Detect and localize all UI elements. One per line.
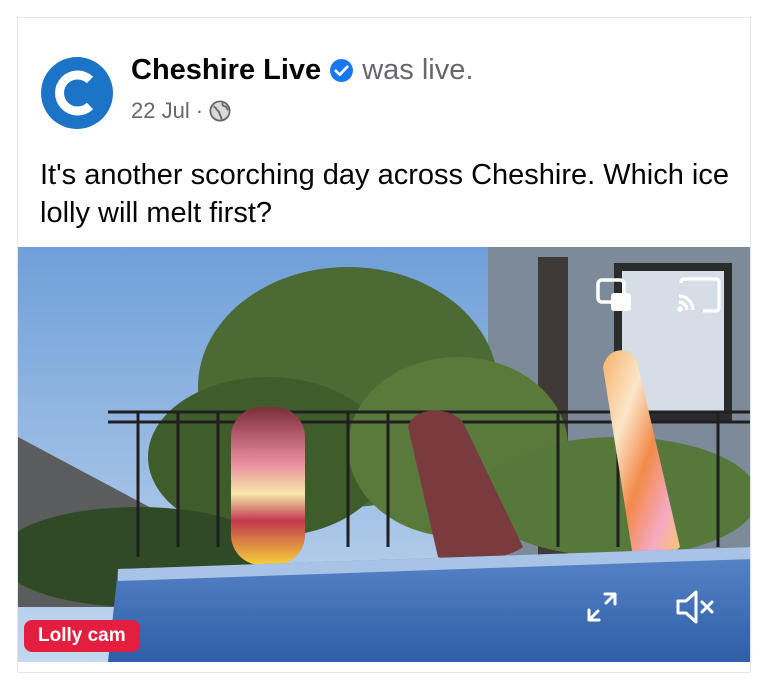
cast-icon[interactable]: [674, 273, 724, 317]
live-badge: Lolly cam: [24, 620, 140, 652]
post-meta: 22 Jul ·: [131, 98, 231, 124]
mute-icon[interactable]: [672, 585, 718, 629]
page-name-link[interactable]: Cheshire Live: [131, 54, 321, 87]
post-card: Cheshire Live was live. 22 Jul · It's an…: [17, 17, 751, 673]
verified-badge-icon: [329, 58, 354, 83]
post-header: Cheshire Live was live.: [131, 54, 473, 87]
fullscreen-icon[interactable]: [582, 587, 622, 627]
post-text: It's another scorching day across Cheshi…: [40, 159, 729, 229]
post-date-link[interactable]: 22 Jul: [131, 98, 190, 124]
globe-icon[interactable]: [209, 100, 231, 122]
picture-in-picture-icon[interactable]: [592, 273, 636, 317]
video-frame: [18, 247, 750, 662]
cheshire-live-logo: [41, 57, 113, 129]
live-video-player[interactable]: Lolly cam: [18, 247, 750, 662]
meta-separator: ·: [195, 98, 204, 123]
live-status-text: was live.: [362, 54, 474, 86]
page-avatar[interactable]: [40, 56, 114, 130]
